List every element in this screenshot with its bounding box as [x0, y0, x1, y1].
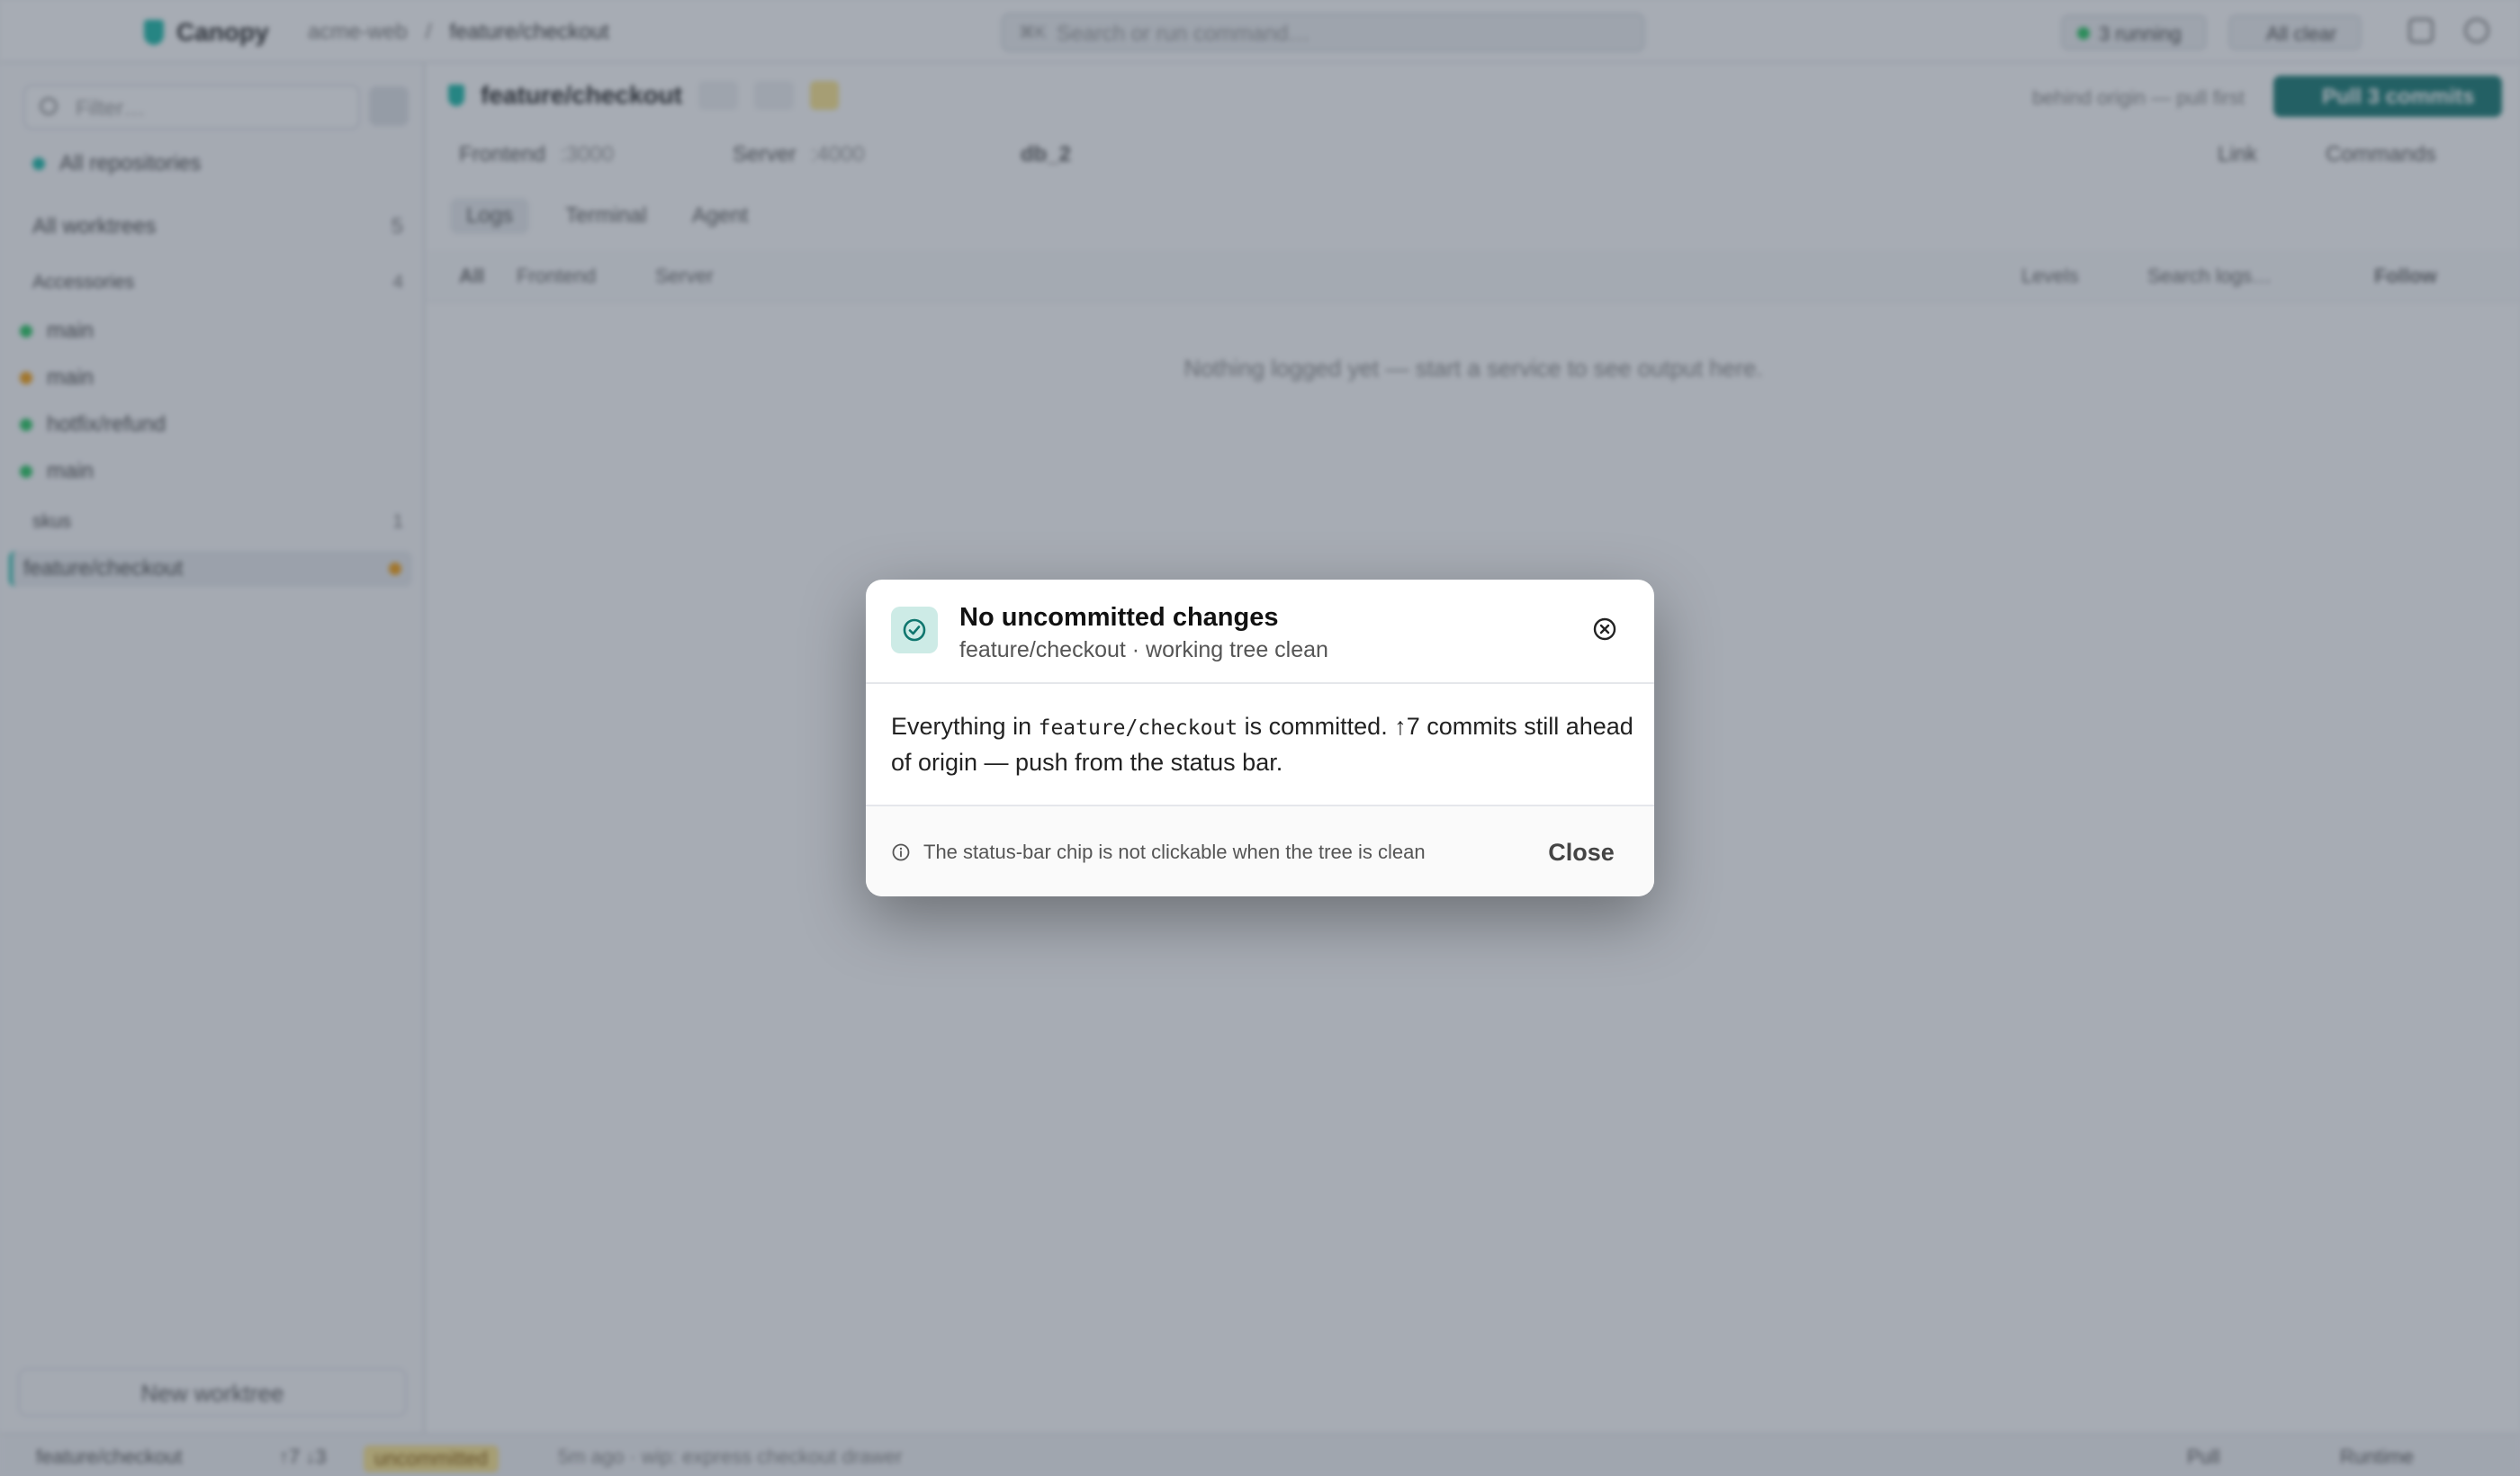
dialog-body: Everything in feature/checkout is commit… — [891, 709, 1638, 779]
dialog-body-text-start: Everything in — [891, 713, 1039, 740]
close-icon[interactable] — [1591, 616, 1618, 643]
dialog-hint: The status-bar chip is not clickable whe… — [891, 841, 1426, 864]
dialog-footer: The status-bar chip is not clickable whe… — [866, 805, 1654, 896]
dialog-branch-code: feature/checkout — [1038, 716, 1238, 740]
dialog-header: No uncommitted changes feature/checkout … — [866, 580, 1654, 684]
dialog-hint-text: The status-bar chip is not clickable whe… — [923, 841, 1426, 863]
dialog-title: No uncommitted changes — [959, 603, 1279, 632]
check-circle-icon — [891, 607, 938, 653]
dialog-subtitle: feature/checkout · working tree clean — [959, 637, 1328, 662]
no-changes-dialog: No uncommitted changes feature/checkout … — [866, 580, 1654, 896]
close-button[interactable]: Close — [1532, 832, 1631, 873]
info-icon — [892, 843, 910, 861]
